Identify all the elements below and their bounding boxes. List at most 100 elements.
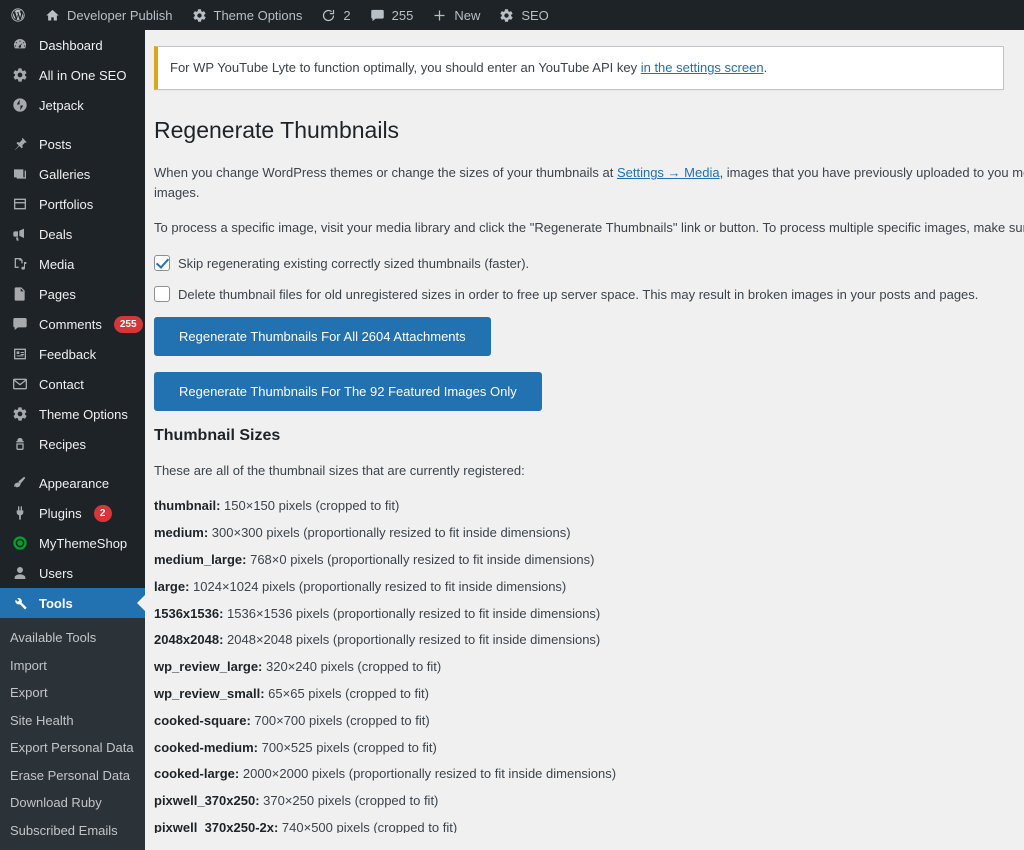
adminbar-item-seo[interactable]: SEO [489,0,557,30]
sidebar-item-plugins[interactable]: Plugins 2 [0,498,145,528]
submenu-item-subscribed-emails[interactable]: Subscribed Emails [0,817,145,845]
sidebar-item-dashboard[interactable]: Dashboard [0,30,145,60]
size-detail: 1024×1024 pixels (proportionally resized… [189,578,567,594]
sidebar-item-jetpack[interactable]: Jetpack [0,90,145,120]
sidebar-item-all-in-one-seo[interactable]: All in One SEO [0,60,145,90]
sidebar-item-label: Tools [39,595,73,611]
mail-icon [10,374,30,394]
sidebar-item-label: Galleries [39,166,91,182]
thumbnail-size-item: thumbnail: 150×150 pixels (cropped to fi… [154,496,1024,517]
sidebar-item-label: Contact [39,376,84,392]
adminbar-item-site-name[interactable]: Developer Publish [35,0,182,30]
user-icon [10,563,30,583]
submenu-item-import[interactable]: Import [0,652,145,680]
dashboard-icon [10,35,30,55]
submenu-item-export-personal-data[interactable]: Export Personal Data [0,734,145,762]
update-icon [320,7,337,24]
jetpack-icon [10,95,30,115]
size-detail: 740×500 pixels (cropped to fit) [278,819,458,833]
sidebar-item-portfolios[interactable]: Portfolios [0,189,145,219]
regenerate-featured-images-button[interactable]: Regenerate Thumbnails For The 92 Feature… [154,371,542,411]
sidebar-item-appearance[interactable]: Appearance [0,468,145,498]
submenu-item-erase-personal-data[interactable]: Erase Personal Data [0,762,145,790]
size-name: medium: [154,525,209,541]
intro-text-line2: images. [154,184,200,200]
adminbar-item-wordpress-logo[interactable] [0,0,35,30]
intro-paragraph-1: When you change WordPress themes or chan… [154,163,1024,202]
sidebar-item-comments[interactable]: Comments 255 [0,309,145,339]
sidebar-item-label: Users [39,565,73,581]
sidebar-item-label: Recipes [39,436,86,452]
delete-old-sizes-label: Delete thumbnail files for old unregiste… [178,287,979,303]
thumbnail-size-item: medium: 300×300 pixels (proportionally r… [154,523,1024,544]
intro-paragraph-2: To process a specific image, visit your … [154,220,1024,236]
sidebar-item-recipes[interactable]: Recipes [0,429,145,459]
megaphone-icon [10,224,30,244]
adminbar-item-label: 2 [343,7,351,23]
size-name: large: [154,578,190,594]
submenu-item-download-ruby[interactable]: Download Ruby [0,789,145,817]
sidebar-item-theme-options[interactable]: Theme Options [0,399,145,429]
delete-old-sizes-checkbox[interactable] [154,286,170,303]
sidebar-item-label: Deals [39,226,73,242]
submenu-item-export[interactable]: Export [0,679,145,707]
delete-old-sizes-checkbox-row: Delete thumbnail files for old unregiste… [154,285,1024,305]
submenu-item-site-health[interactable]: Site Health [0,707,145,735]
size-name: medium_large: [154,551,247,567]
sidebar-item-label: Dashboard [39,37,103,53]
notice-text-before: For WP YouTube Lyte to function optimall… [170,60,641,75]
submenu-item-available-tools[interactable]: Available Tools [0,624,145,652]
sidebar-item-media[interactable]: Media [0,249,145,279]
size-detail: 1536×1536 pixels (proportionally resized… [223,605,601,621]
sidebar-item-contact[interactable]: Contact [0,369,145,399]
sidebar-item-tools[interactable]: Tools [0,588,145,618]
intro-text-before: When you change WordPress themes or chan… [154,165,617,181]
skip-existing-checkbox-row: Skip regenerating existing correctly siz… [154,254,1024,274]
adminbar-item-label: New [454,7,481,23]
brush-icon [10,473,30,493]
pages-icon [10,284,30,304]
adminbar-item-new[interactable]: New [422,0,489,30]
sidebar-item-mythemeshop[interactable]: MyThemeShop [0,528,145,558]
sidebar-item-galleries[interactable]: Galleries [0,159,145,189]
plug-icon [10,503,30,523]
size-detail: 65×65 pixels (cropped to fit) [264,685,429,701]
sidebar-item-users[interactable]: Users [0,558,145,588]
thumbnail-size-item: cooked-large: 2000×2000 pixels (proporti… [154,764,1024,785]
comment-icon [10,314,30,334]
gear-icon [10,65,30,85]
admin-sidebar-menu: Dashboard All in One SEO Jetpack Posts G… [0,30,145,850]
sidebar-item-posts[interactable]: Posts [0,129,145,159]
thumbnail-size-item: cooked-medium: 700×525 pixels (cropped t… [154,738,1024,759]
notice-settings-link[interactable]: in the settings screen [641,60,764,75]
settings-media-link[interactable]: Settings → Media [617,165,720,180]
adminbar-item-label: 255 [391,7,414,23]
skip-existing-checkbox[interactable] [154,254,170,271]
sidebar-item-label: Comments [39,316,102,332]
size-name: wp_review_small: [154,685,265,701]
admin-notice-youtube-api: For WP YouTube Lyte to function optimall… [154,46,1004,90]
adminbar-item-comments[interactable]: 255 [360,0,423,30]
wordpress-logo-icon [9,7,26,24]
tools-submenu: Available Tools Import Export Site Healt… [0,618,145,850]
adminbar-item-theme-options[interactable]: Theme Options [182,0,312,30]
sidebar-item-deals[interactable]: Deals [0,219,145,249]
sidebar-item-label: Portfolios [39,196,94,212]
notice-text-after: . [763,60,768,75]
sidebar-item-pages[interactable]: Pages [0,279,145,309]
plugins-count-badge: 2 [93,504,112,522]
size-name: 1536x1536: [154,605,224,621]
size-name: pixwell_370x250: [154,793,260,809]
gear-icon [498,7,515,24]
sidebar-item-feedback[interactable]: Feedback [0,339,145,369]
thumbnail-sizes-list: thumbnail: 150×150 pixels (cropped to fi… [145,496,1024,833]
sidebar-item-label: All in One SEO [39,67,127,83]
thumbnail-size-item: 2048x2048: 2048×2048 pixels (proportiona… [154,630,1024,651]
sidebar-item-label: Jetpack [39,97,84,113]
adminbar-item-updates[interactable]: 2 [311,0,359,30]
home-icon [44,7,61,24]
size-detail: 2000×2000 pixels (proportionally resized… [239,766,617,782]
regenerate-all-attachments-button[interactable]: Regenerate Thumbnails For All 2604 Attac… [154,316,491,356]
page-title: Regenerate Thumbnails [154,116,400,143]
intro-text-after: , images that you have previously upload… [719,165,1024,181]
